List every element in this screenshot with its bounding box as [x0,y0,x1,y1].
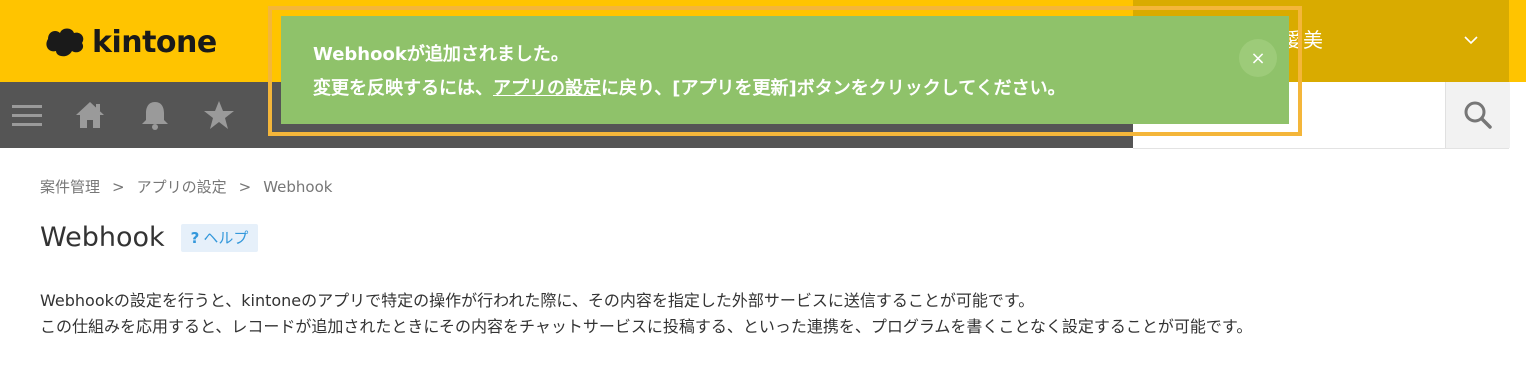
breadcrumb-current: Webhook [263,177,333,196]
close-button[interactable]: × [1239,39,1277,77]
close-icon: × [1250,47,1266,69]
chevron-down-icon [1464,36,1478,45]
notification-title: Webhookが追加されました。 [313,44,569,65]
search-button[interactable] [1445,82,1510,148]
home-icon[interactable] [73,98,107,132]
breadcrumb-separator: > [238,177,252,196]
page-title-row: Webhook ? ヘルプ [40,222,259,253]
star-icon[interactable] [202,98,236,132]
notification-message: 変更を反映するには、アプリの設定に戻り、[アプリを更新]ボタンをクリックしてくだ… [313,74,1066,100]
breadcrumb-separator: > [112,177,125,196]
menu-icon[interactable] [10,98,44,132]
bell-icon[interactable] [138,98,172,132]
breadcrumb-app-settings[interactable]: アプリの設定 [137,176,227,197]
notification-text-before: 変更を反映するには、 [313,78,493,99]
search-icon [1464,101,1492,129]
description-line-2: この仕組みを応用すると、レコードが追加されたときにその内容をチャットサービスに投… [40,317,1253,336]
help-icon: ? [190,228,200,247]
page-description: Webhookの設定を行うと、kintoneのアプリで特定の操作が行われた際に、… [40,288,1252,340]
help-link[interactable]: ? ヘルプ [180,223,259,252]
help-label: ヘルプ [203,229,249,247]
breadcrumb-app[interactable]: 案件管理 [40,176,100,197]
success-notification: Webhookが追加されました。 変更を反映するには、アプリの設定に戻り、[アプ… [281,16,1289,124]
kintone-logo-icon [46,28,84,57]
kintone-logo[interactable]: kintone [42,22,217,62]
logo-text: kintone [92,24,217,60]
description-line-1: Webhookの設定を行うと、kintoneのアプリで特定の操作が行われた際に、… [40,291,1035,310]
app-settings-link[interactable]: アプリの設定 [493,78,601,99]
page-title: Webhook [40,222,165,253]
breadcrumb: 案件管理 > アプリの設定 > Webhook [40,176,332,197]
notification-text-after: に戻り、[アプリを更新]ボタンをクリックしてください。 [601,78,1066,99]
